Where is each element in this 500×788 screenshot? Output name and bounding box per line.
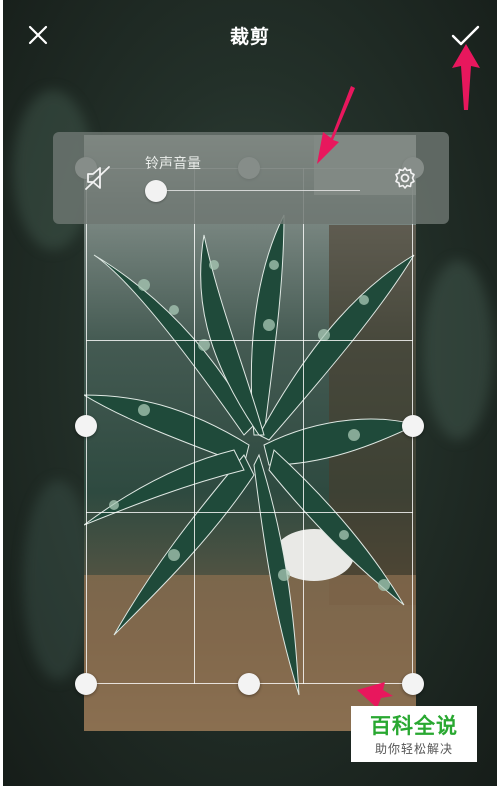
volume-label: 铃声音量 bbox=[145, 155, 201, 171]
watermark-logo: 百科全说 助你轻松解决 bbox=[351, 706, 477, 762]
volume-slider-track[interactable] bbox=[155, 190, 360, 191]
top-bar: 裁剪 bbox=[3, 0, 497, 70]
crop-handle-middle-left[interactable] bbox=[75, 415, 97, 437]
gear-icon bbox=[395, 167, 415, 189]
annotation-arrow-icon bbox=[317, 86, 355, 164]
crop-grid-line bbox=[303, 168, 304, 684]
volume-settings-button[interactable] bbox=[392, 165, 418, 191]
crop-grid-line bbox=[86, 512, 413, 513]
speaker-muted-icon bbox=[85, 166, 110, 190]
crop-handle-bottom-left[interactable] bbox=[75, 673, 97, 695]
background-blur bbox=[423, 260, 493, 440]
crop-grid-line bbox=[194, 168, 195, 684]
background-blur bbox=[23, 480, 93, 680]
watermark-subtitle: 助你轻松解决 bbox=[374, 742, 453, 756]
page-title: 裁剪 bbox=[229, 27, 270, 48]
crop-grid-line bbox=[86, 340, 413, 341]
mute-toggle[interactable] bbox=[83, 164, 113, 192]
crop-handle-middle-right[interactable] bbox=[402, 415, 424, 437]
crop-handle-bottom-center[interactable] bbox=[238, 673, 260, 695]
ringtone-volume-panel: 铃声音量 bbox=[53, 132, 449, 224]
volume-slider-thumb[interactable] bbox=[145, 180, 167, 202]
annotation-arrow-icon bbox=[452, 44, 480, 110]
crop-screen: 裁剪 铃声音量 百科全说 助你轻松解决 bbox=[3, 0, 497, 786]
crop-handle-bottom-right[interactable] bbox=[402, 673, 424, 695]
watermark-title: 百科全说 bbox=[370, 715, 458, 738]
crop-frame[interactable] bbox=[86, 168, 413, 684]
